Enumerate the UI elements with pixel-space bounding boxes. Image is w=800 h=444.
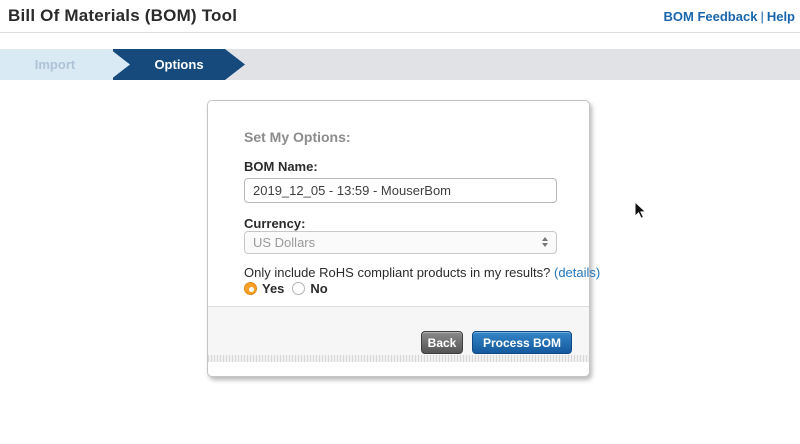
- radio-yes-icon[interactable]: [244, 282, 257, 295]
- rohs-question-text: Only include RoHS compliant products in …: [244, 265, 550, 280]
- mouse-cursor-icon: [634, 201, 648, 226]
- radio-no-label: No: [310, 281, 327, 296]
- bom-tool-page: Bill Of Materials (BOM) Tool BOM Feedbac…: [0, 0, 800, 444]
- rohs-radio-group: Yes No: [244, 281, 336, 296]
- process-bom-button[interactable]: Process BOM: [472, 331, 572, 354]
- link-separator: |: [757, 9, 766, 24]
- currency-selected-value: US Dollars: [253, 235, 315, 250]
- bom-name-label: BOM Name:: [244, 159, 318, 174]
- bom-name-input[interactable]: [244, 178, 557, 203]
- footer-hatch-texture: [208, 355, 589, 362]
- currency-select[interactable]: US Dollars: [244, 231, 557, 254]
- help-link[interactable]: Help: [767, 9, 795, 24]
- page-title: Bill Of Materials (BOM) Tool: [8, 6, 237, 26]
- step-options-label: Options: [154, 57, 203, 72]
- dialog-footer-bar: Back Process BOM: [208, 306, 589, 355]
- footer-bottom-strip: [208, 362, 589, 376]
- rohs-question: Only include RoHS compliant products in …: [244, 265, 600, 280]
- dialog-heading: Set My Options:: [244, 129, 351, 145]
- currency-label: Currency:: [244, 216, 305, 231]
- progress-stepper: Options Import: [0, 49, 800, 80]
- select-stepper-arrows-icon: [542, 237, 548, 247]
- bom-feedback-link[interactable]: BOM Feedback: [664, 9, 758, 24]
- set-options-dialog: Set My Options: BOM Name: Currency: US D…: [207, 100, 590, 377]
- rohs-radio-no[interactable]: No: [292, 281, 327, 296]
- back-button[interactable]: Back: [421, 331, 463, 354]
- dialog-buttons: Back Process BOM: [421, 331, 572, 354]
- step-import[interactable]: Import: [0, 49, 130, 80]
- step-options[interactable]: Options: [113, 49, 245, 80]
- rohs-radio-yes[interactable]: Yes: [244, 281, 284, 296]
- step-import-label: Import: [35, 57, 75, 72]
- dialog-footer: Back Process BOM: [208, 306, 589, 376]
- radio-no-icon[interactable]: [292, 282, 305, 295]
- page-header: Bill Of Materials (BOM) Tool BOM Feedbac…: [0, 0, 800, 33]
- radio-yes-label: Yes: [262, 281, 284, 296]
- header-links: BOM Feedback|Help: [664, 9, 795, 24]
- rohs-details-link[interactable]: (details): [554, 265, 600, 280]
